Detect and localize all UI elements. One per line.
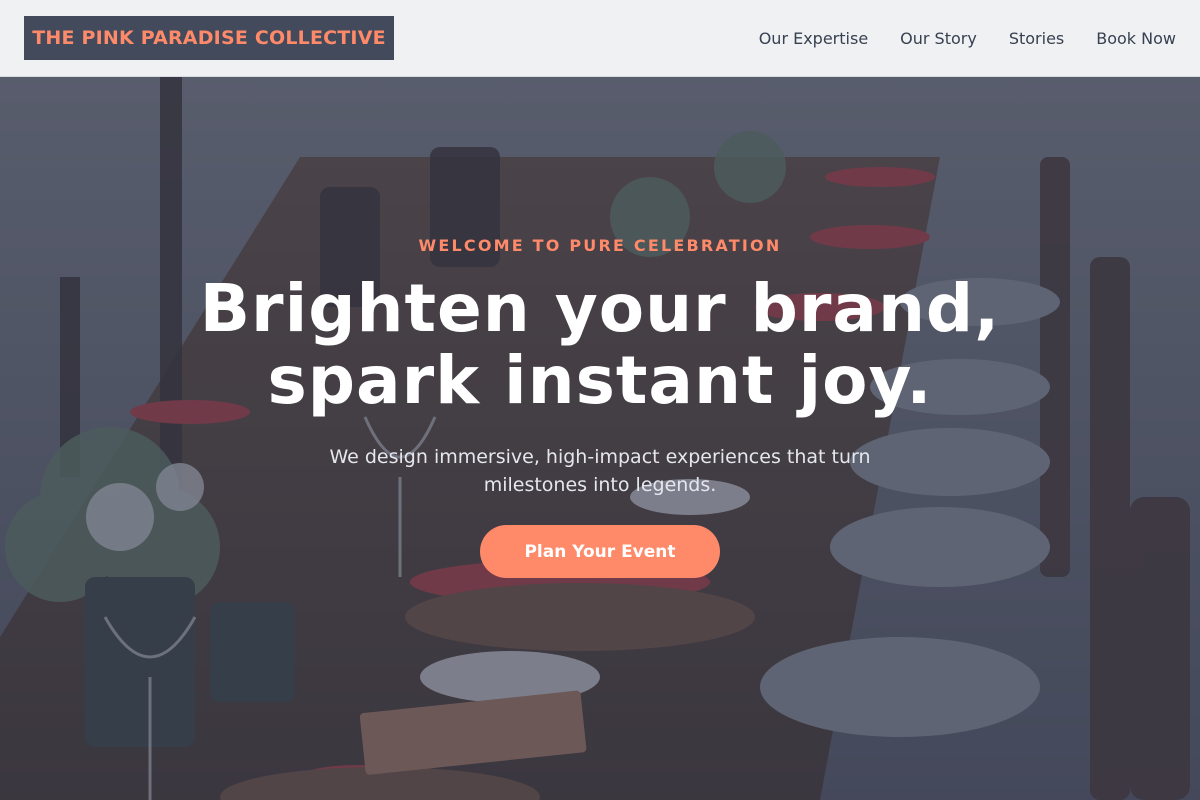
site-header: THE PINK PARADISE COLLECTIVE Our Experti…: [0, 0, 1200, 77]
nav-item-stories[interactable]: Stories: [1009, 29, 1064, 48]
main-nav: Our Expertise Our Story Stories Book Now: [759, 0, 1176, 76]
nav-item-our-expertise[interactable]: Our Expertise: [759, 29, 868, 48]
hero-headline: Brighten your brand, spark instant joy.: [100, 273, 1100, 417]
nav-item-book-now[interactable]: Book Now: [1096, 29, 1176, 48]
nav-item-our-story[interactable]: Our Story: [900, 29, 977, 48]
brand-logo[interactable]: THE PINK PARADISE COLLECTIVE: [24, 16, 394, 60]
hero-eyebrow: WELCOME TO PURE CELEBRATION: [418, 236, 782, 255]
hero-headline-line-1: Brighten your brand,: [199, 270, 1001, 347]
hero-subtext: We design immersive, high-impact experie…: [329, 446, 871, 496]
plan-your-event-button[interactable]: Plan Your Event: [480, 525, 720, 578]
hero-content: WELCOME TO PURE CELEBRATION Brighten you…: [0, 77, 1200, 800]
hero-headline-line-2: spark instant joy.: [267, 342, 933, 419]
hero-section: WELCOME TO PURE CELEBRATION Brighten you…: [0, 77, 1200, 800]
